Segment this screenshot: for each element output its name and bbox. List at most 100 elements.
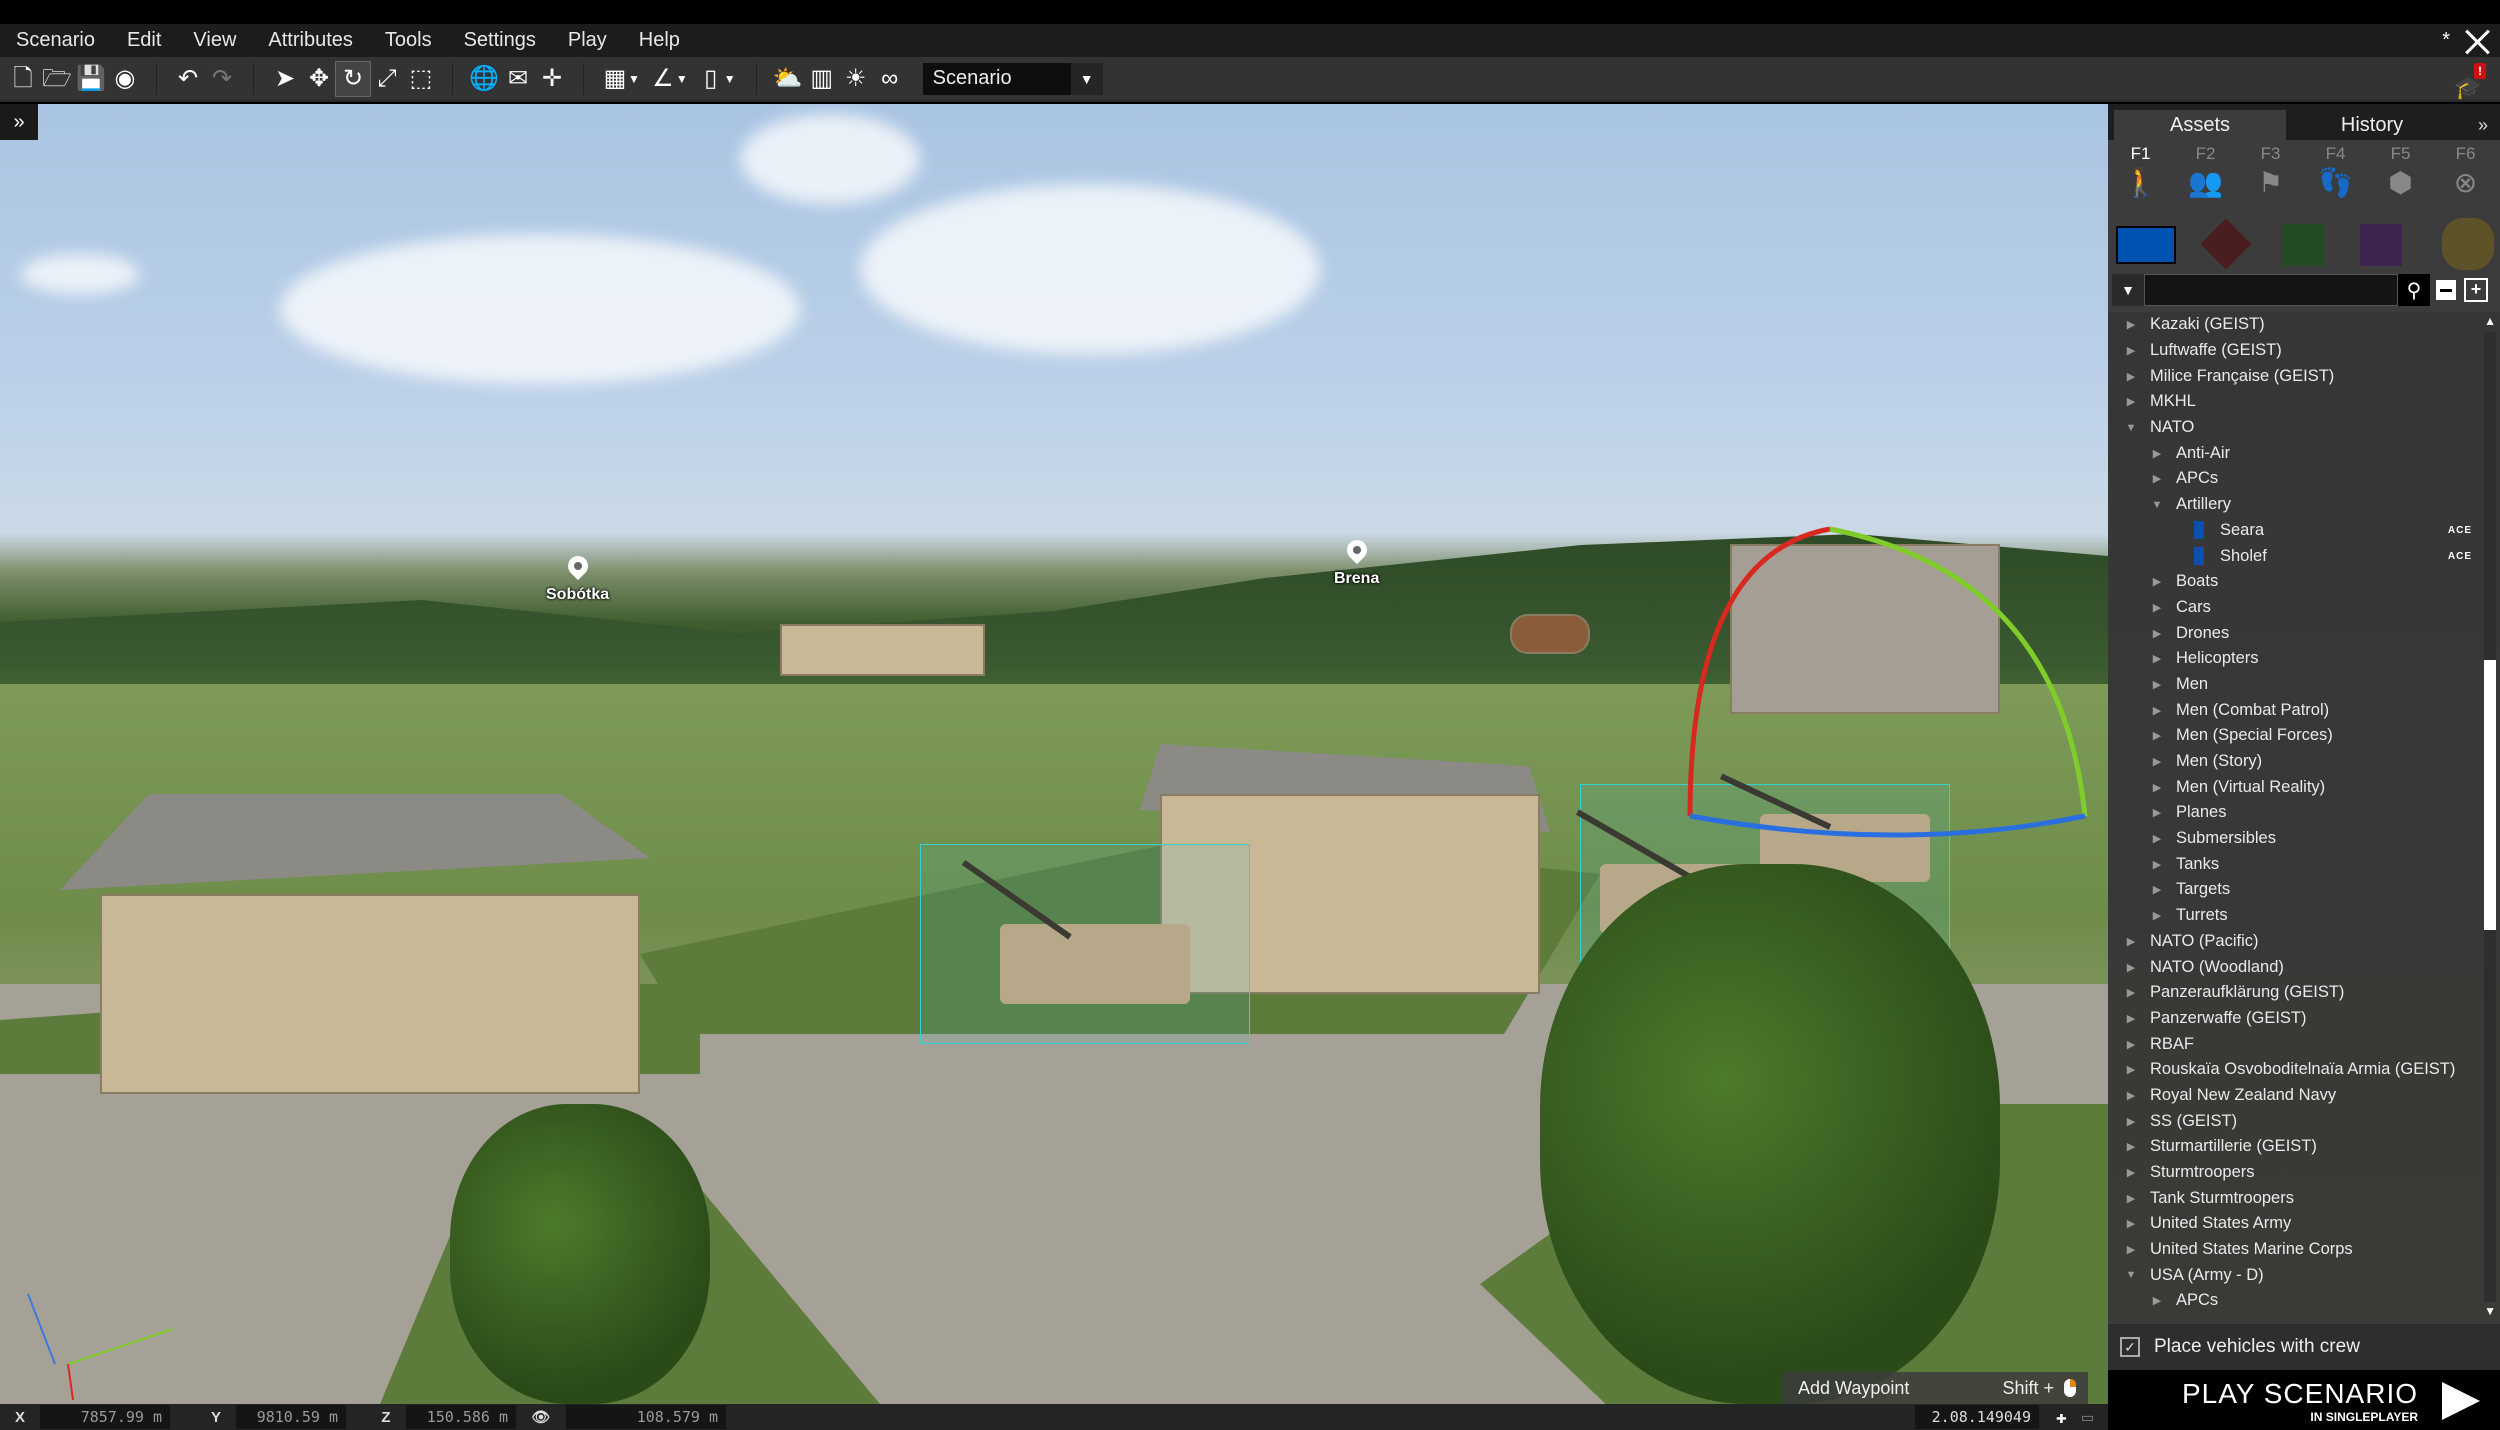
expand-left-panel-button[interactable]: » <box>0 104 38 140</box>
grid-icon[interactable]: ▦ <box>598 62 632 96</box>
category-groups[interactable]: F2 👥 <box>2173 140 2238 208</box>
lighting-icon[interactable]: ☀ <box>839 62 873 96</box>
search-icon[interactable]: ⚲ <box>2398 274 2430 306</box>
chevron-right-icon[interactable]: ▶ <box>2150 729 2164 742</box>
chevron-right-icon[interactable]: ▶ <box>2150 832 2164 845</box>
tree-folder[interactable]: ▶ Tank Sturmtroopers <box>2108 1185 2500 1211</box>
search-input[interactable] <box>2144 274 2398 306</box>
chevron-right-icon[interactable]: ▶ <box>2124 1166 2138 1179</box>
tree-folder[interactable]: ▶ Milice Française (GEIST) <box>2108 363 2500 389</box>
chevron-right-icon[interactable]: ▶ <box>2124 1089 2138 1102</box>
location-marker[interactable]: Sobótka <box>546 556 609 604</box>
new-file-icon[interactable]: 🗋 <box>6 62 40 96</box>
category-units[interactable]: F1 🚶 <box>2108 140 2173 208</box>
chevron-right-icon[interactable]: ▶ <box>2124 1140 2138 1153</box>
scale-icon[interactable]: ⤢ <box>370 62 404 96</box>
chevron-right-icon[interactable]: ▶ <box>2124 1243 2138 1256</box>
tree-folder[interactable]: ▶ NATO (Pacific) <box>2108 929 2500 955</box>
tree-folder[interactable]: ▶ Panzeraufklärung (GEIST) <box>2108 980 2500 1006</box>
chevron-right-icon[interactable]: ▶ <box>2150 627 2164 640</box>
mods-icon[interactable]: ✚ <box>2056 1407 2067 1428</box>
tree-folder[interactable]: ▶ Men (Combat Patrol) <box>2108 697 2500 723</box>
menu-play[interactable]: Play <box>552 24 623 57</box>
chevron-right-icon[interactable]: ▶ <box>2124 318 2138 331</box>
side-civilian[interactable] <box>2360 224 2402 266</box>
chevron-right-icon[interactable]: ▶ <box>2150 909 2164 922</box>
tree-folder[interactable]: ▶ Sturmtroopers <box>2108 1160 2500 1186</box>
tree-folder[interactable]: ▶ NATO (Woodland) <box>2108 954 2500 980</box>
tree-folder[interactable]: ▶ Cars <box>2108 595 2500 621</box>
computer-icon[interactable]: ▭ <box>2082 1407 2093 1428</box>
binoculars-icon[interactable]: ∞ <box>873 62 907 96</box>
vertical-align-icon[interactable]: ✛ <box>535 62 569 96</box>
tree-folder[interactable]: ▶ Kazaki (GEIST) <box>2108 312 2500 338</box>
tree-folder[interactable]: ▶ Submersibles <box>2108 826 2500 852</box>
tree-folder[interactable]: ▼ NATO <box>2108 415 2500 441</box>
chevron-down-icon[interactable]: ▼ <box>676 72 688 86</box>
menu-attributes[interactable]: Attributes <box>252 24 368 57</box>
side-empty[interactable] <box>2442 218 2494 270</box>
chevron-down-icon[interactable]: ▼ <box>724 72 736 86</box>
chevron-right-icon[interactable]: ▶ <box>2124 1063 2138 1076</box>
surface-snap-icon[interactable]: ✉ <box>501 62 535 96</box>
select-icon[interactable]: ➤ <box>268 62 302 96</box>
undo-icon[interactable]: ↶ <box>171 62 205 96</box>
save-icon[interactable]: 💾 <box>74 62 108 96</box>
chevron-right-icon[interactable]: ▶ <box>2124 1115 2138 1128</box>
tree-folder[interactable]: ▶ Helicopters <box>2108 646 2500 672</box>
tree-folder[interactable]: ▶ Panzerwaffe (GEIST) <box>2108 1006 2500 1032</box>
chevron-right-icon[interactable]: ▶ <box>2150 575 2164 588</box>
chevron-down-icon[interactable]: ▼ <box>2150 499 2164 511</box>
rotate-icon[interactable]: ↻ <box>335 60 371 97</box>
tutorial-button[interactable]: 🎓 ! <box>2452 63 2486 100</box>
tree-folder[interactable]: ▶ APCs <box>2108 466 2500 492</box>
tree-folder[interactable]: ▶ Sturmartillerie (GEIST) <box>2108 1134 2500 1160</box>
tree-folder[interactable]: ▶ APCs <box>2108 1288 2500 1314</box>
3d-viewport[interactable]: Sobótka Brena <box>0 104 2108 1404</box>
tree-folder[interactable]: ▶ Luftwaffe (GEIST) <box>2108 338 2500 364</box>
menu-settings[interactable]: Settings <box>448 24 552 57</box>
tree-folder[interactable]: ▶ SS (GEIST) <box>2108 1108 2500 1134</box>
tree-folder[interactable]: ▼ USA (Army - D) <box>2108 1262 2500 1288</box>
chevron-right-icon[interactable]: ▶ <box>2124 1038 2138 1051</box>
asset-item[interactable]: Sholef ACE <box>2108 543 2500 569</box>
tab-history[interactable]: History <box>2286 110 2458 140</box>
chevron-right-icon[interactable]: ▶ <box>2124 1192 2138 1205</box>
tree-folder[interactable]: ▼ Artillery <box>2108 492 2500 518</box>
tree-folder[interactable]: ▶ Targets <box>2108 877 2500 903</box>
category-waypoints[interactable]: F4 👣 <box>2303 140 2368 208</box>
tree-folder[interactable]: ▶ Men (Virtual Reality) <box>2108 774 2500 800</box>
chevron-right-icon[interactable]: ▶ <box>2124 395 2138 408</box>
chevron-right-icon[interactable]: ▶ <box>2124 986 2138 999</box>
tree-folder[interactable]: ▶ Drones <box>2108 620 2500 646</box>
globe-icon[interactable]: 🌐 <box>467 62 501 96</box>
menu-edit[interactable]: Edit <box>111 24 177 57</box>
scroll-down-icon[interactable]: ▼ <box>2484 1304 2496 1318</box>
chevron-right-icon[interactable]: ▶ <box>2124 1217 2138 1230</box>
tree-folder[interactable]: ▶ Anti-Air <box>2108 440 2500 466</box>
menu-tools[interactable]: Tools <box>369 24 448 57</box>
move-icon[interactable]: ✥ <box>302 62 336 96</box>
tree-folder[interactable]: ▶ MKHL <box>2108 389 2500 415</box>
tree-folder[interactable]: ▶ Men (Story) <box>2108 749 2500 775</box>
tree-folder[interactable]: ▶ Men <box>2108 672 2500 698</box>
tree-folder[interactable]: ▶ Planes <box>2108 800 2500 826</box>
side-blufor[interactable] <box>2116 226 2176 264</box>
chevron-right-icon[interactable]: ▶ <box>2150 447 2164 460</box>
chevron-right-icon[interactable]: ▶ <box>2150 652 2164 665</box>
redo-icon[interactable]: ↷ <box>205 62 239 96</box>
chevron-right-icon[interactable]: ▶ <box>2150 883 2164 896</box>
close-icon[interactable] <box>2464 28 2490 54</box>
menu-help[interactable]: Help <box>623 24 696 57</box>
chevron-right-icon[interactable]: ▶ <box>2124 935 2138 948</box>
map-icon[interactable]: ▥ <box>805 62 839 96</box>
category-objects[interactable]: F5 ⬢ <box>2368 140 2433 208</box>
category-markers[interactable]: F6 ⊗ <box>2433 140 2498 208</box>
expand-all-button[interactable]: + <box>2464 278 2488 302</box>
ruler-icon[interactable]: ▯ <box>694 62 728 96</box>
category-modules[interactable]: F3 ⚑ <box>2238 140 2303 208</box>
play-scenario-button[interactable]: PLAY SCENARIO IN SINGLEPLAYER <box>2108 1370 2500 1430</box>
tree-folder[interactable]: ▶ Tanks <box>2108 851 2500 877</box>
menu-scenario[interactable]: Scenario <box>0 24 111 57</box>
tree-folder[interactable]: ▶ United States Army <box>2108 1211 2500 1237</box>
